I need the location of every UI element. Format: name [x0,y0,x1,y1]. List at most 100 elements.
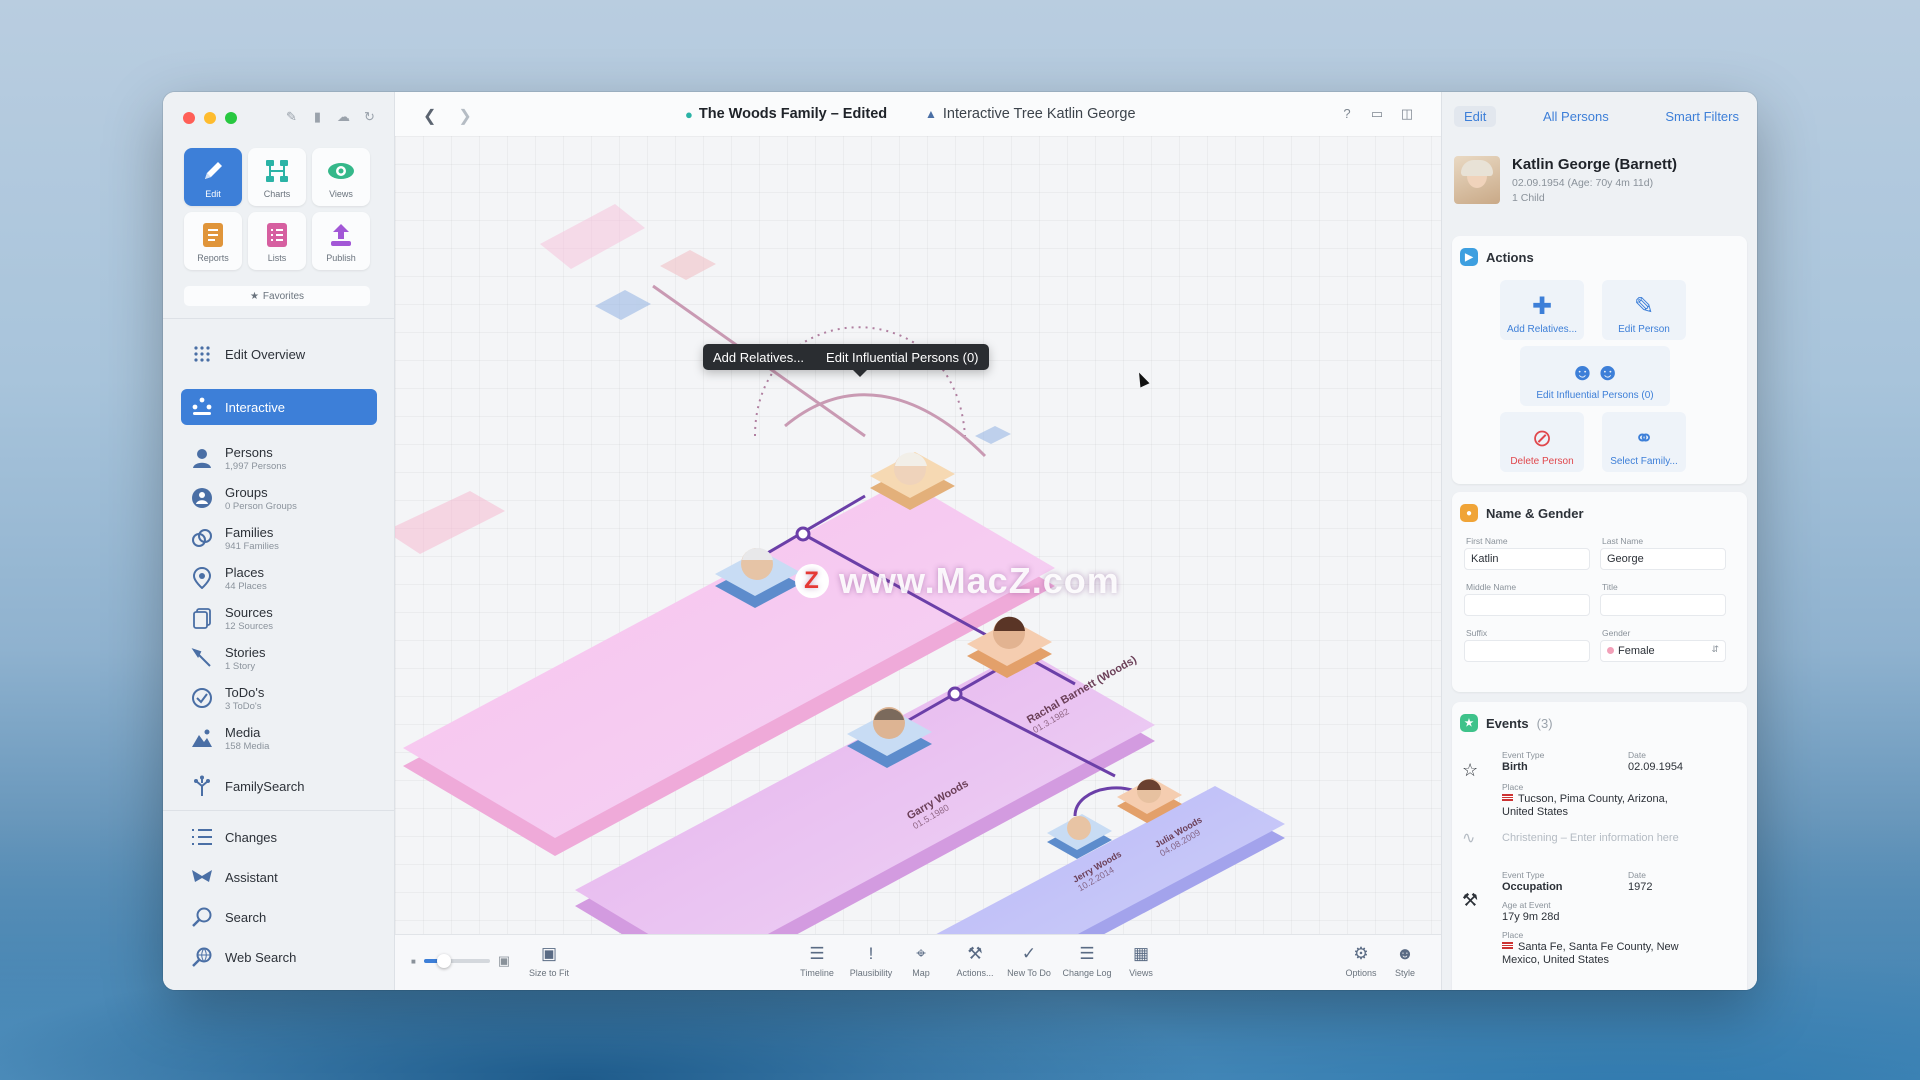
sidebar-item-familysearch[interactable]: FamilySearch [181,768,377,804]
field-label: Date [1628,870,1646,880]
tab-edit[interactable]: Edit [1454,105,1497,127]
mode-label: Reports [197,252,229,263]
actions-button[interactable]: ⚒ Actions... [947,943,1003,978]
avatar[interactable] [1454,156,1500,204]
sidebar-item-label: Sources [225,604,273,620]
sidebar-item-interactive[interactable]: Interactive [181,389,377,425]
event-place-text: Santa Fe, Santa Fe County, New Mexico, U… [1502,941,1679,966]
sidebar-item-assistant[interactable]: Assistant [181,859,377,895]
minimize-window-button[interactable] [204,112,216,124]
edit-person-button[interactable]: ✎ Edit Person [1602,280,1686,340]
sidebar-item-todos[interactable]: ToDo's 3 ToDo's [181,680,377,716]
back-arrow-icon[interactable]: ❮ [423,106,436,126]
timeline-icon: ☰ [809,944,825,963]
document-title-text: The Woods Family – Edited [698,106,888,122]
star-badge-icon: ★ [1460,714,1478,732]
zoom-knob[interactable] [436,954,451,968]
interactive-tree-canvas[interactable]: Rachal Barnett (Woods) 01.3.1982 Garry W… [395,136,1441,934]
family-tree-icon: ● [685,106,693,122]
watermark: Z www.MacZ.com [795,560,1120,602]
map-button[interactable]: ⌖ Map [893,943,949,978]
sidebar-item-label: Web Search [225,949,297,965]
size-to-fit-button[interactable]: ▣ Size to Fit [521,943,577,978]
sidebar-item-changes[interactable]: Changes [181,819,377,855]
help-icon[interactable]: ? [1339,106,1355,122]
plausibility-button[interactable]: ! Plausibility [843,943,899,978]
add-relatives-button[interactable]: ✚ Add Relatives... [1500,280,1584,340]
change-log-button[interactable]: ☰ Change Log [1059,943,1115,978]
sidebar-item-families[interactable]: Families 941 Families [181,520,377,556]
mode-views-button[interactable]: Views [312,148,370,206]
inspector-tabs: Edit All Persons Smart Filters [1454,104,1749,128]
last-name-field[interactable]: George [1600,548,1726,570]
tag-icon[interactable]: ✎ [284,109,299,124]
mode-publish-button[interactable]: Publish [312,212,370,270]
sidebar: ✎ ▮ ☁ ↻ Edit Charts Views Reports Lists … [163,92,395,990]
field-label: Place [1502,930,1524,940]
mode-charts-button[interactable]: Charts [248,148,306,206]
style-icon: ☻ [1396,944,1414,963]
checkmark-icon: ✓ [1021,944,1037,963]
edit-influential-popover-button[interactable]: Edit Influential Persons (0) [826,350,978,365]
sidebar-item-groups[interactable]: Groups 0 Person Groups [181,480,377,516]
zoom-slider[interactable] [423,954,490,968]
style-button[interactable]: ☻ Style [1377,943,1433,978]
forward-arrow-icon[interactable]: ❯ [458,106,471,126]
sidebar-item-count: 12 Sources [225,620,274,632]
events-card: ★ Events (3) ☆ Event Type Birth Date 02.… [1452,702,1747,990]
sidebar-item-places[interactable]: Places 44 Places [181,560,377,596]
sidebar-item-edit-overview[interactable]: Edit Overview [181,336,377,372]
suffix-field[interactable] [1464,640,1590,662]
select-family-button[interactable]: ⚭ Select Family... [1602,412,1686,472]
assistant-icon [187,862,217,892]
tab-smart-filters[interactable]: Smart Filters [1655,106,1749,127]
events-count: (3) [1536,715,1553,731]
name-gender-card: ● Name & Gender First Name Katlin Last N… [1452,492,1747,692]
new-to-do-button[interactable]: ✓ New To Do [1001,943,1057,978]
edit-influential-persons-button[interactable]: ☻☻ Edit Influential Persons (0) [1520,346,1670,406]
gender-select[interactable]: Female ⇵ [1600,640,1726,662]
sidebar-item-media[interactable]: Media 158 Media [181,720,377,756]
split-view-icon[interactable]: ◫ [1399,106,1415,122]
add-person-icon: ✚ [1531,293,1553,320]
chevron-updown-icon: ⇵ [1711,644,1719,654]
timeline-button[interactable]: ☰ Timeline [789,943,845,978]
views-icon: ▦ [1132,944,1150,963]
mode-reports-button[interactable]: Reports [184,212,242,270]
button-label: Change Log [1062,968,1112,978]
mode-edit-button[interactable]: Edit [184,148,242,206]
add-relatives-popover-button[interactable]: Add Relatives... [713,350,804,365]
mode-lists-button[interactable]: Lists [248,212,306,270]
sidebar-item-search[interactable]: Search [181,899,377,935]
first-name-field[interactable]: Katlin [1464,548,1590,570]
zoom-out-icon[interactable]: ■ [411,957,416,966]
sidebar-item-label: Stories [225,644,266,660]
bookmark-icon[interactable]: ▮ [310,109,325,124]
sidebar-item-stories[interactable]: Stories 1 Story [181,640,377,676]
action-label: Add Relatives... [1506,324,1578,335]
event-age: 17y 9m 28d [1502,911,1560,923]
cloud-icon[interactable]: ☁ [336,109,351,124]
button-label: Map [912,968,930,978]
title-field[interactable] [1600,594,1726,616]
tab-all-persons[interactable]: All Persons [1533,106,1619,127]
button-label: Views [1129,968,1153,978]
favorites-button[interactable]: ★ Favorites [184,286,370,306]
sidebar-item-persons[interactable]: Persons 1,997 Persons [181,440,377,476]
delete-person-button[interactable]: ⊘ Delete Person [1500,412,1584,472]
close-window-button[interactable] [183,112,195,124]
views-button[interactable]: ▦ Views [1113,943,1169,978]
list-icon: ☰ [1079,944,1095,963]
sync-icon[interactable]: ↻ [362,109,377,124]
zoom-in-icon[interactable]: ▣ [498,953,510,969]
middle-name-field[interactable] [1464,594,1590,616]
field-label: Middle Name [1466,582,1517,592]
web-search-icon [187,942,217,972]
button-label: Actions... [956,968,994,978]
zoom-window-button[interactable] [225,112,237,124]
lists-icon [262,220,292,250]
window-mode-icon[interactable]: ▭ [1369,106,1385,122]
sidebar-item-sources[interactable]: Sources 12 Sources [181,600,377,636]
sidebar-item-web-search[interactable]: Web Search [181,939,377,975]
people-icon: ☻☻ [1569,359,1621,386]
